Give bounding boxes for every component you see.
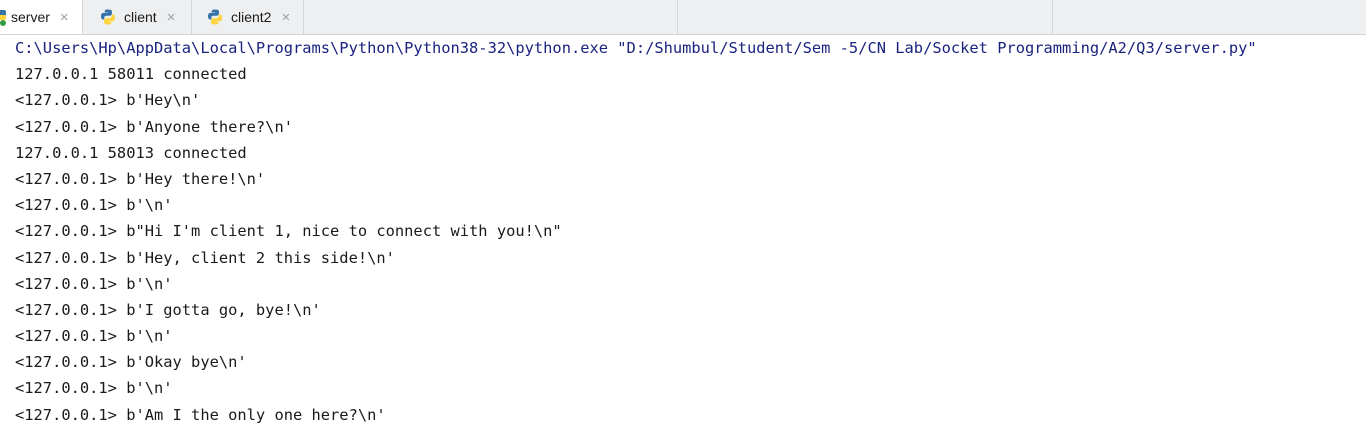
console-line: <127.0.0.1> b'Anyone there?\n' <box>15 117 293 136</box>
command-line: C:\Users\Hp\AppData\Local\Programs\Pytho… <box>15 39 1257 57</box>
tab-label: client2 <box>231 9 272 25</box>
console-line: <127.0.0.1> b'Am I the only one here?\n' <box>15 405 386 424</box>
tab-server[interactable]: server × <box>0 0 82 34</box>
console-line: <127.0.0.1> b"Hi I'm client 1, nice to c… <box>15 222 562 241</box>
console-line: <127.0.0.1> b'Hey there!\n' <box>15 169 266 188</box>
tab-divider <box>1052 0 1053 34</box>
console-line: 127.0.0.1 58011 connected <box>15 65 247 84</box>
console-line: <127.0.0.1> b'\n' <box>15 327 173 346</box>
console-line: <127.0.0.1> b'I gotta go, bye!\n' <box>15 300 321 319</box>
close-icon[interactable]: × <box>167 10 176 25</box>
tab-client[interactable]: client × <box>82 0 191 34</box>
close-icon[interactable]: × <box>281 10 290 25</box>
tab-divider <box>303 0 304 34</box>
console-line: <127.0.0.1> b'\n' <box>15 274 173 293</box>
python-icon <box>101 9 115 25</box>
console-line: <127.0.0.1> b'\n' <box>15 196 173 215</box>
python-run-icon <box>0 10 6 26</box>
tab-divider <box>677 0 678 34</box>
tab-label: server <box>11 9 50 25</box>
console-line: <127.0.0.1> b'Okay bye\n' <box>15 353 247 372</box>
console-line: <127.0.0.1> b'Hey\n' <box>15 91 201 110</box>
run-tab-bar: server × client × client2 × <box>0 0 1366 35</box>
console-line: 127.0.0.1 58013 connected <box>15 143 247 162</box>
console-line: <127.0.0.1> b'Hey, client 2 this side!\n… <box>15 248 395 267</box>
python-icon <box>208 9 222 25</box>
console-line: <127.0.0.1> b'\n' <box>15 379 173 398</box>
tab-client2[interactable]: client2 × <box>191 0 303 34</box>
tab-label: client <box>124 9 157 25</box>
console-output[interactable]: C:\Users\Hp\AppData\Local\Programs\Pytho… <box>0 35 1366 442</box>
close-icon[interactable]: × <box>60 10 69 25</box>
